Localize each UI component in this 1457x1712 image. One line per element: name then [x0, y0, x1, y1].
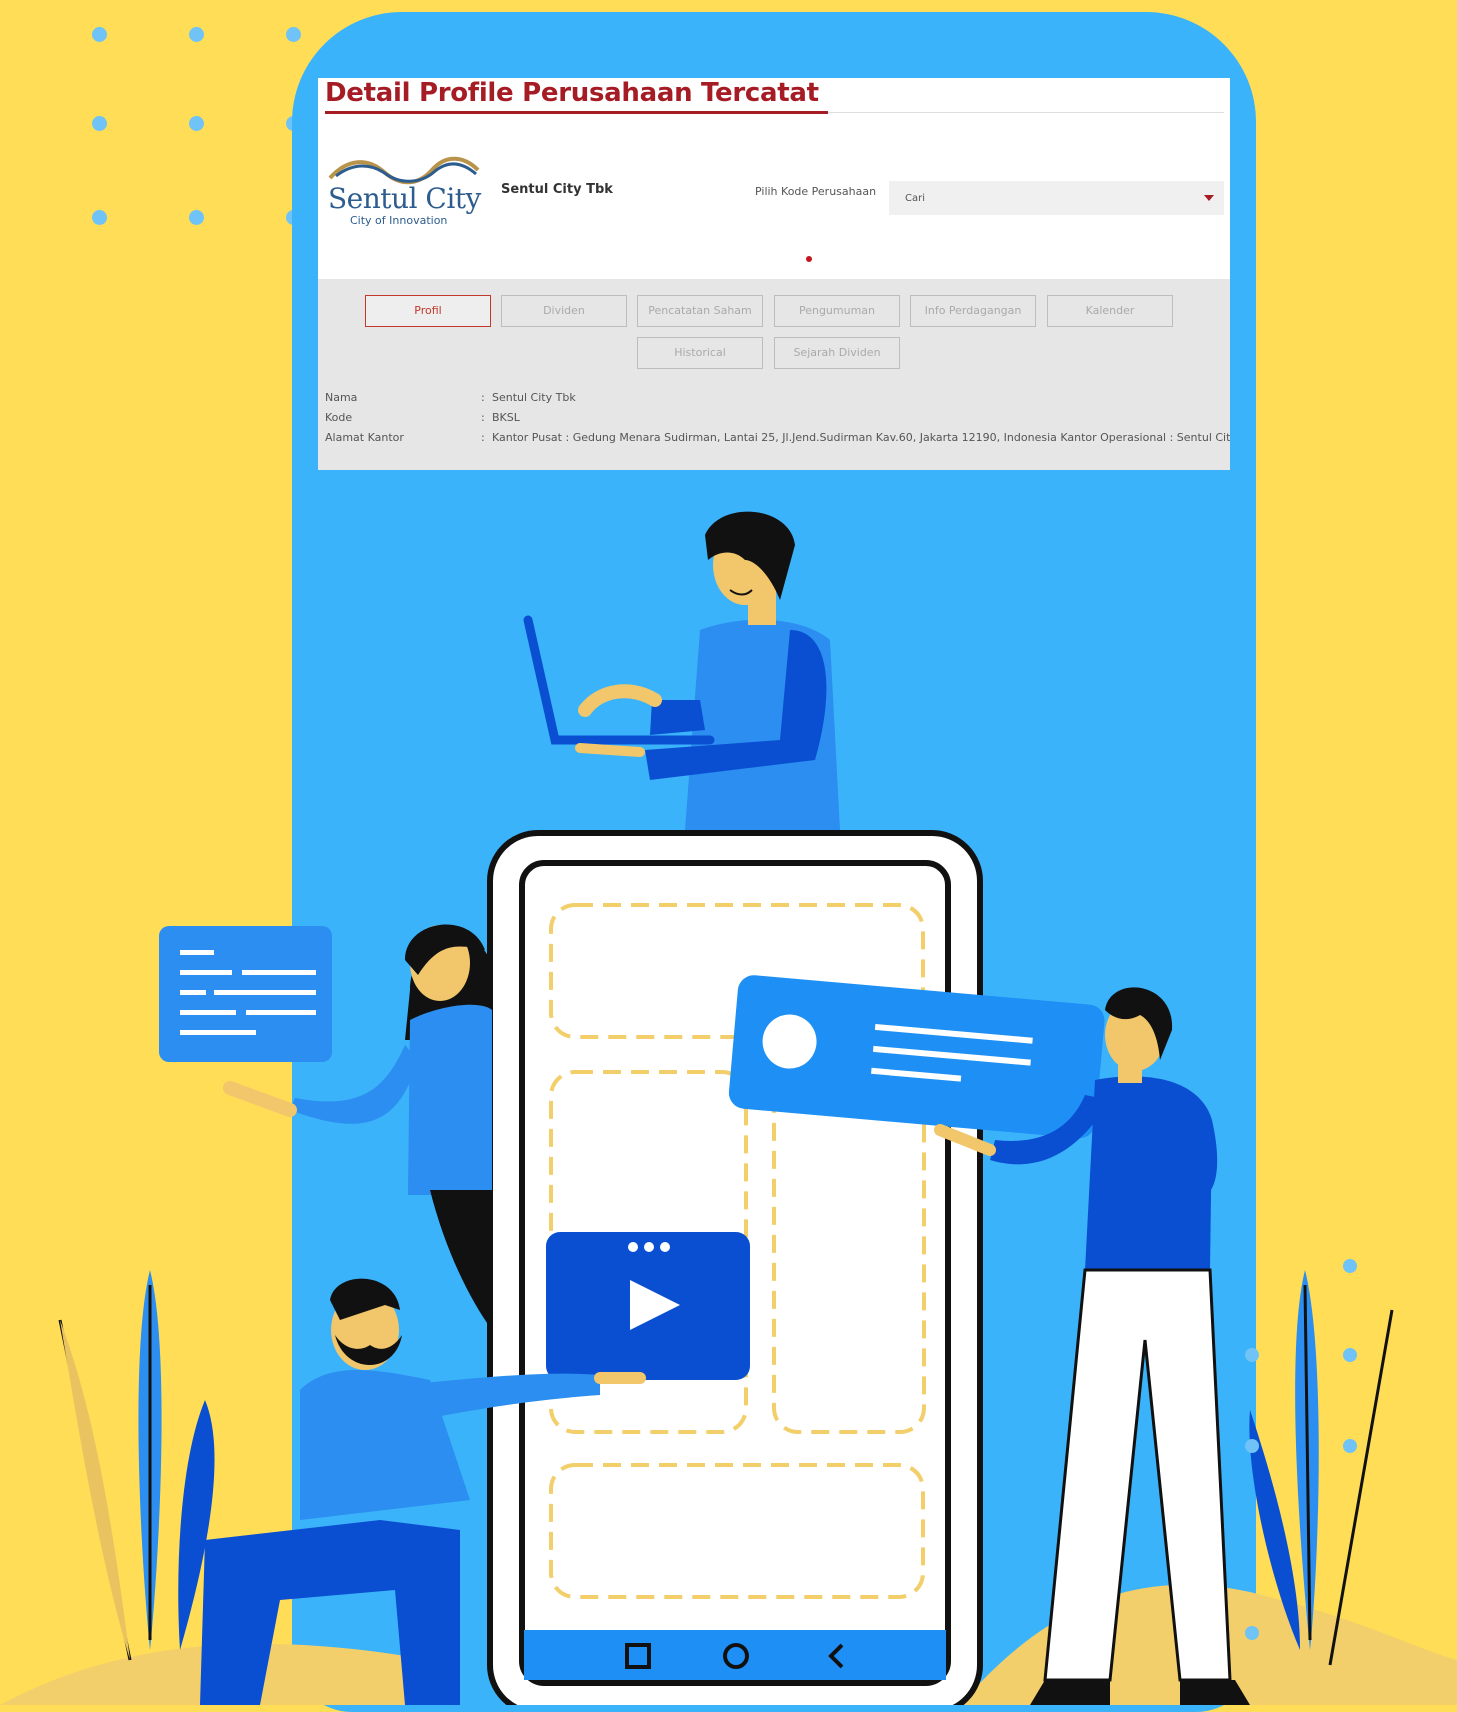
- big-phone: [487, 830, 983, 1705]
- chat-card-icon: [159, 926, 332, 1062]
- plant-left: [58, 1270, 215, 1661]
- people-illustration: [0, 511, 1457, 1705]
- man-with-laptop: [523, 511, 840, 830]
